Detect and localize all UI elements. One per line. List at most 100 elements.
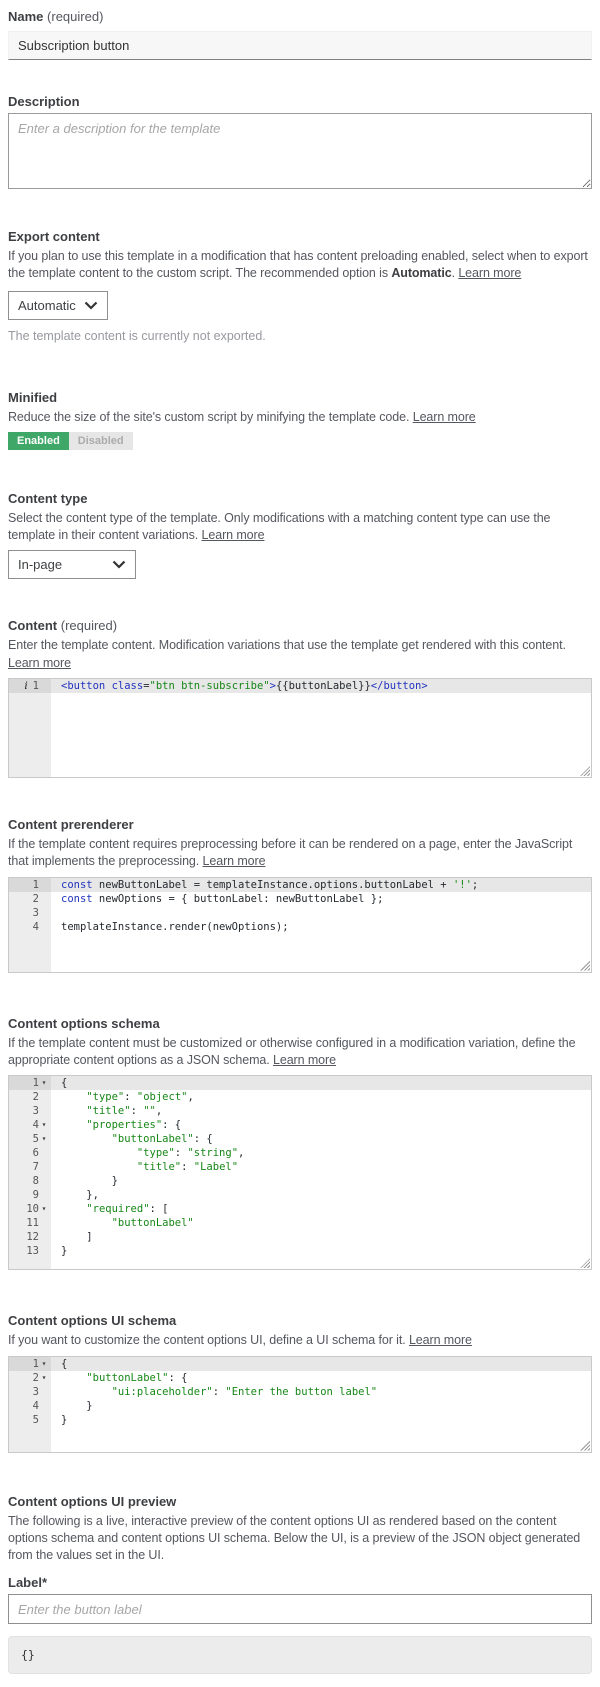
- ui-schema-learn-more-link[interactable]: Learn more: [409, 1333, 472, 1347]
- code-line[interactable]: "title": "Label": [51, 1160, 591, 1174]
- minified-learn-more-link[interactable]: Learn more: [413, 410, 476, 424]
- line-number: 3: [33, 906, 39, 920]
- export-learn-more-link[interactable]: Learn more: [458, 266, 521, 280]
- resize-grip-icon[interactable]: [580, 1441, 590, 1451]
- code-line[interactable]: "title": "",: [51, 1104, 591, 1118]
- code-line[interactable]: "buttonLabel": {: [51, 1371, 591, 1385]
- content-options-ui-preview-label: Content options UI preview: [8, 1493, 592, 1510]
- editor-gutter: 2▾: [9, 1371, 51, 1385]
- preview-field-label: Label*: [8, 1574, 592, 1591]
- content-type-section: Content type Select the content type of …: [8, 490, 592, 580]
- code-line[interactable]: }: [51, 1244, 591, 1258]
- line-number: 3: [33, 1104, 39, 1118]
- schema-learn-more-link[interactable]: Learn more: [273, 1053, 336, 1067]
- content-type-learn-more-link[interactable]: Learn more: [202, 528, 265, 542]
- code-line[interactable]: templateInstance.render(newOptions);: [51, 920, 591, 934]
- code-line[interactable]: "buttonLabel": [51, 1216, 591, 1230]
- fold-arrow-icon[interactable]: ▾: [39, 1132, 49, 1146]
- line-number: 5: [33, 1413, 39, 1427]
- code-line[interactable]: "type": "string",: [51, 1146, 591, 1160]
- fold-arrow-icon[interactable]: ▾: [39, 1118, 49, 1132]
- fold-arrow-icon[interactable]: ▾: [39, 1357, 49, 1371]
- code-line[interactable]: "ui:placeholder": "Enter the button labe…: [51, 1385, 591, 1399]
- code-line[interactable]: const newOptions = { buttonLabel: newBut…: [51, 892, 591, 906]
- line-number: 11: [26, 1216, 39, 1230]
- prerenderer-learn-more-link[interactable]: Learn more: [203, 854, 266, 868]
- content-options-ui-preview-description: The following is a live, interactive pre…: [8, 1513, 592, 1565]
- editor-gutter: 1: [9, 878, 51, 892]
- export-content-section: Export content If you plan to use this t…: [8, 228, 592, 345]
- content-options-schema-description: If the template content must be customiz…: [8, 1035, 592, 1070]
- annotation-info-icon: i: [24, 679, 27, 693]
- schema-code-editor[interactable]: 1▾{2 "type": "object", 3 "title": "",4▾ "…: [8, 1075, 592, 1270]
- line-number: 4: [33, 1399, 39, 1413]
- editor-gutter: 1▾: [9, 1357, 51, 1371]
- fold-arrow-icon[interactable]: ▾: [39, 1371, 49, 1385]
- content-type-description: Select the content type of the template.…: [8, 510, 592, 545]
- editor-gutter: 9: [9, 1188, 51, 1202]
- line-number: 3: [33, 1385, 39, 1399]
- ui-schema-code-editor[interactable]: 1▾{2▾ "buttonLabel": { 3 "ui:placeholder"…: [8, 1356, 592, 1453]
- editor-gutter: 2: [9, 1090, 51, 1104]
- toggle-enabled-option[interactable]: Enabled: [8, 432, 69, 450]
- code-line[interactable]: <button class="btn btn-subscribe">{{butt…: [51, 679, 591, 693]
- editor-gutter: 7: [9, 1160, 51, 1174]
- editor-gutter: 3: [9, 906, 51, 920]
- name-section: Name (required): [8, 8, 592, 60]
- editor-gutter: 4: [9, 920, 51, 934]
- editor-gutter: 1▾: [9, 1076, 51, 1090]
- code-line[interactable]: }: [51, 1413, 591, 1427]
- code-line[interactable]: }: [51, 1174, 591, 1188]
- resize-grip-icon[interactable]: [580, 766, 590, 776]
- editor-gutter: 6: [9, 1146, 51, 1160]
- editor-gutter: 4: [9, 1399, 51, 1413]
- line-number: 10: [26, 1202, 39, 1216]
- editor-gutter: 2: [9, 892, 51, 906]
- content-code-editor[interactable]: i1<button class="btn btn-subscribe">{{bu…: [8, 678, 592, 778]
- fold-arrow-icon[interactable]: ▾: [39, 1202, 49, 1216]
- minified-label: Minified: [8, 389, 592, 406]
- line-number: 6: [33, 1146, 39, 1160]
- code-line[interactable]: const newButtonLabel = templateInstance.…: [51, 878, 591, 892]
- code-line[interactable]: {: [51, 1076, 591, 1090]
- content-learn-more-link[interactable]: Learn more: [8, 656, 71, 670]
- code-line[interactable]: ]: [51, 1230, 591, 1244]
- export-content-description: If you plan to use this template in a mo…: [8, 248, 592, 283]
- code-line[interactable]: "buttonLabel": {: [51, 1132, 591, 1146]
- content-type-select[interactable]: In-page: [8, 550, 136, 579]
- code-line[interactable]: {: [51, 1357, 591, 1371]
- fold-arrow-icon[interactable]: ▾: [39, 1076, 49, 1090]
- resize-grip-icon[interactable]: [580, 961, 590, 971]
- editor-gutter: i1: [9, 679, 51, 693]
- code-line[interactable]: },: [51, 1188, 591, 1202]
- toggle-disabled-option[interactable]: Disabled: [69, 432, 133, 450]
- chevron-down-icon: [84, 301, 98, 310]
- editor-gutter: 5▾: [9, 1132, 51, 1146]
- line-number: 13: [26, 1244, 39, 1258]
- export-content-select[interactable]: Automatic: [8, 291, 108, 320]
- line-number: 1: [33, 878, 39, 892]
- line-number: 1: [33, 679, 39, 693]
- content-type-label: Content type: [8, 490, 592, 507]
- export-content-label: Export content: [8, 228, 592, 245]
- chevron-down-icon: [112, 560, 126, 569]
- prerenderer-code-editor[interactable]: 1 const newButtonLabel = templateInstance…: [8, 877, 592, 973]
- code-line[interactable]: }: [51, 1399, 591, 1413]
- resize-grip-icon[interactable]: [580, 1258, 590, 1268]
- editor-gutter: 12: [9, 1230, 51, 1244]
- editor-gutter: 5: [9, 1413, 51, 1427]
- code-line[interactable]: "type": "object",: [51, 1090, 591, 1104]
- minified-description: Reduce the size of the site's custom scr…: [8, 409, 592, 426]
- content-options-ui-schema-description: If you want to customize the content opt…: [8, 1332, 592, 1349]
- editor-gutter: 13: [9, 1244, 51, 1258]
- preview-label-input[interactable]: [8, 1594, 592, 1624]
- description-textarea[interactable]: [8, 113, 592, 189]
- code-line[interactable]: "properties": {: [51, 1118, 591, 1132]
- code-line[interactable]: "required": [: [51, 1202, 591, 1216]
- content-prerenderer-description: If the template content requires preproc…: [8, 836, 592, 871]
- editor-gutter: 4▾: [9, 1118, 51, 1132]
- line-number: 8: [33, 1174, 39, 1188]
- name-input[interactable]: [8, 31, 592, 60]
- line-number: 2: [33, 1090, 39, 1104]
- code-line[interactable]: [51, 906, 591, 920]
